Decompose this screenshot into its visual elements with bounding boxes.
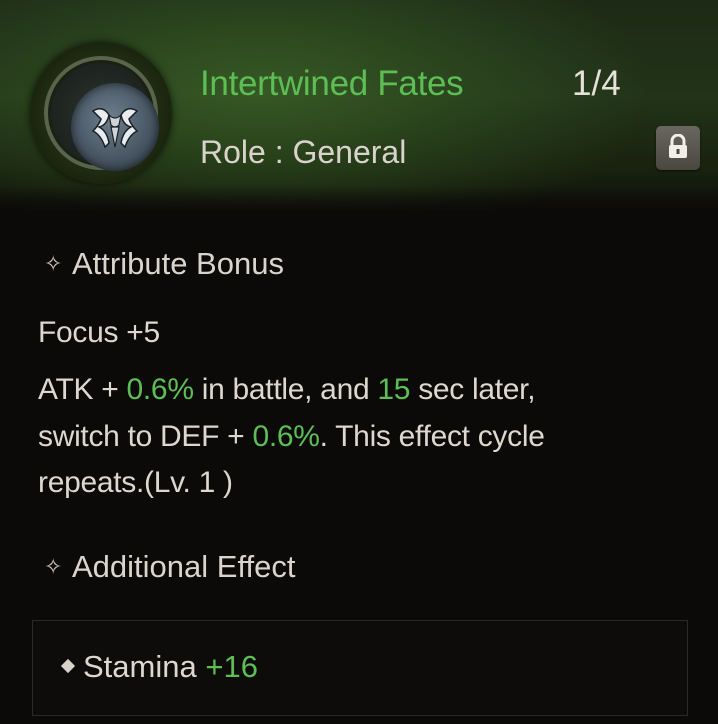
section-arrow-icon: ✧ bbox=[44, 554, 63, 579]
intertwined-crest-icon bbox=[91, 108, 139, 149]
stamina-value: +16 bbox=[205, 649, 258, 684]
additional-effect-box: Stamina +16 bbox=[32, 620, 688, 716]
stamina-effect: Stamina +16 bbox=[60, 649, 258, 685]
def-percent-value: 0.6% bbox=[252, 420, 320, 453]
effect-description-line-2: switch to DEF + 0.6%. This effect cycle bbox=[38, 420, 545, 453]
additional-effect-heading: ✧ Additional Effect bbox=[44, 549, 296, 584]
skill-role: Role : General bbox=[200, 134, 407, 170]
diamond-bullet-icon bbox=[60, 658, 76, 674]
collection-progress: 1/4 bbox=[572, 64, 621, 103]
skill-title: Intertwined Fates bbox=[200, 64, 464, 103]
effect-description-line-1: ATK + 0.6% in battle, and 15 sec later, bbox=[38, 373, 536, 406]
cycle-seconds-value: 15 bbox=[377, 373, 411, 406]
focus-bonus: Focus +5 bbox=[38, 316, 160, 349]
skill-tooltip: Intertwined Fates 1/4 Role : General ✧ At… bbox=[0, 0, 718, 724]
lock-button[interactable] bbox=[656, 126, 700, 170]
effect-description-line-3: repeats.(Lv. 1 ) bbox=[38, 466, 233, 499]
lock-icon bbox=[669, 134, 687, 158]
section-arrow-icon: ✧ bbox=[44, 251, 63, 276]
atk-percent-value: 0.6% bbox=[126, 373, 194, 406]
attribute-bonus-heading: ✧ Attribute Bonus bbox=[44, 246, 284, 281]
skill-emblem bbox=[30, 42, 172, 184]
